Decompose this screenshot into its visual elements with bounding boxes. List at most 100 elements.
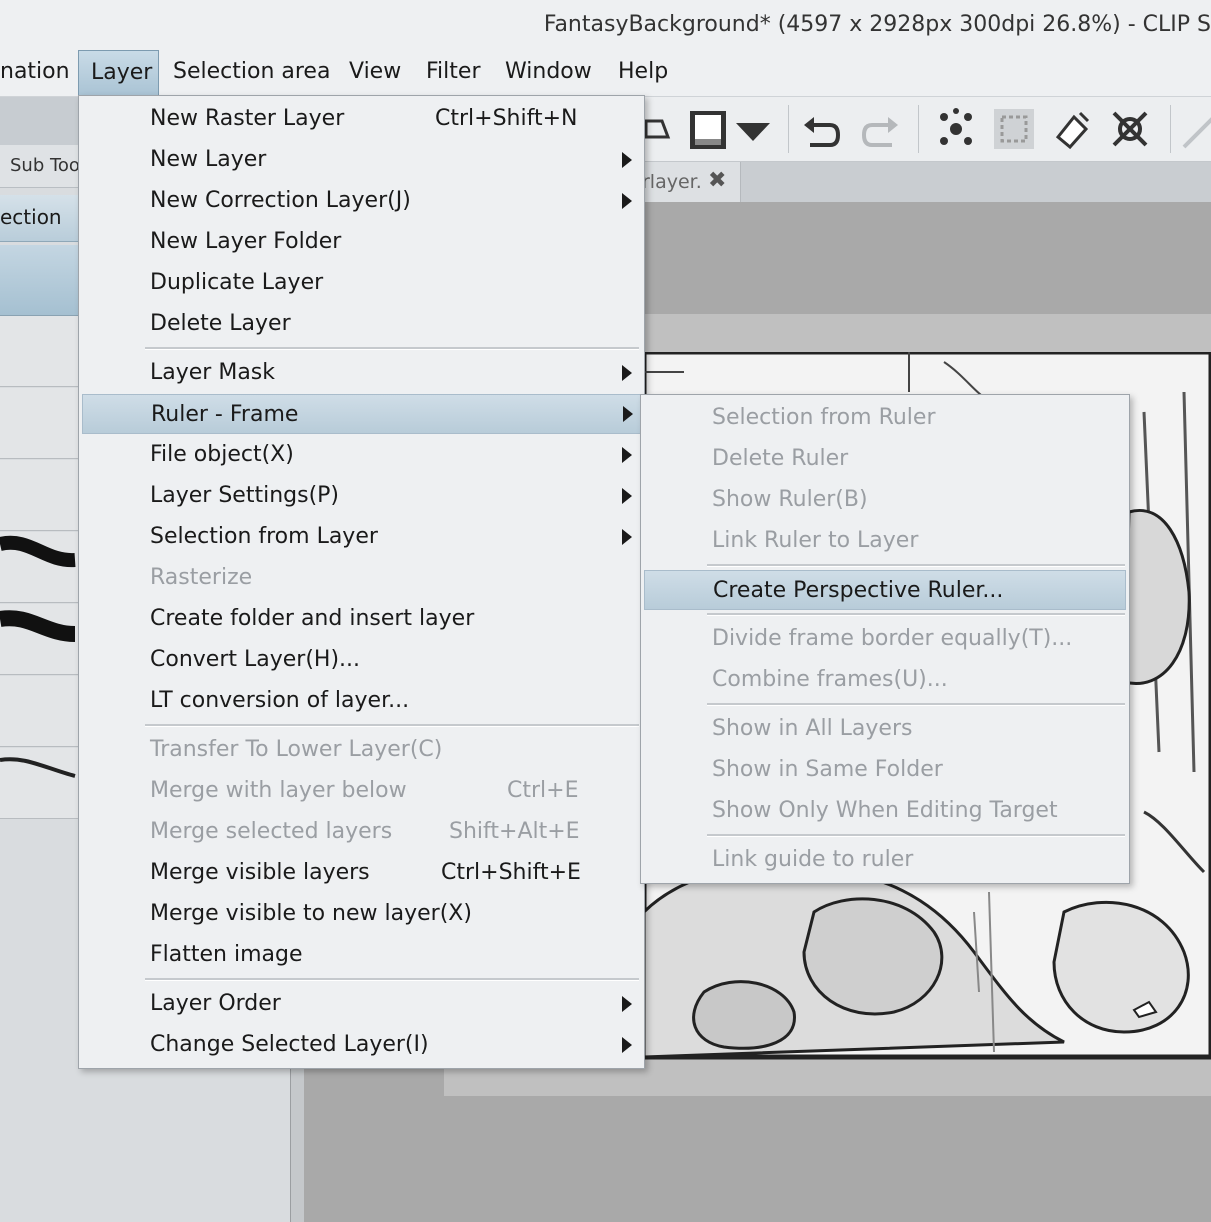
submenu-item-create-perspective-ruler[interactable]: Create Perspective Ruler... <box>644 570 1126 610</box>
menu-item-label: Layer Mask <box>150 360 275 385</box>
clear-selection-icon[interactable] <box>934 107 978 151</box>
menu-item-label: Transfer To Lower Layer(C) <box>150 737 443 762</box>
menu-item-flatten-image[interactable]: Flatten image <box>79 935 644 975</box>
menu-separator <box>707 834 1125 837</box>
close-icon[interactable]: ✖ <box>708 168 726 193</box>
submenu-item-show-ruler: Show Ruler(B) <box>641 480 1129 520</box>
menu-item-label: Show Only When Editing Target <box>712 798 1058 823</box>
menu-item-shortcut: Ctrl+E <box>507 778 579 803</box>
menu-item-label: New Layer Folder <box>150 229 342 254</box>
menu-item-file-object[interactable]: File object(X) <box>79 435 644 475</box>
submenu-item-show-only-when-editing: Show Only When Editing Target <box>641 791 1129 831</box>
menu-item-label: Merge with layer below <box>150 778 407 803</box>
sub-tool-tab-label: Sub Too <box>10 155 80 176</box>
export-icon[interactable] <box>642 107 686 151</box>
menu-item-label: Layer Order <box>150 991 281 1016</box>
menu-item-layer-settings[interactable]: Layer Settings(P) <box>79 476 644 516</box>
layer-menu: New Raster Layer Ctrl+Shift+N New Layer … <box>78 95 645 1069</box>
menu-item-label: Create Perspective Ruler... <box>713 578 1004 603</box>
menu-item-layer-order[interactable]: Layer Order <box>79 984 644 1024</box>
menu-item-label: Show Ruler(B) <box>712 487 868 512</box>
menu-filter[interactable]: Filter <box>414 48 492 96</box>
submenu-arrow-icon <box>622 365 632 381</box>
menu-bar: nation Layer Selection area View Filter … <box>0 48 1211 97</box>
undo-icon[interactable] <box>800 107 844 151</box>
submenu-item-link-guide-to-ruler: Link guide to ruler <box>641 840 1129 880</box>
menu-item-label: Merge visible to new layer(X) <box>150 901 472 926</box>
menu-item-label: Merge visible layers <box>150 860 370 885</box>
redo-icon[interactable] <box>858 107 902 151</box>
menu-item-label: Duplicate Layer <box>150 270 324 295</box>
menu-item-new-raster-layer[interactable]: New Raster Layer Ctrl+Shift+N <box>79 99 644 139</box>
menu-item-new-layer-folder[interactable]: New Layer Folder <box>79 222 644 262</box>
menu-window[interactable]: Window <box>493 48 604 96</box>
document-tab[interactable]: rlayer. ✖ <box>640 162 741 202</box>
fill-icon[interactable] <box>1050 107 1094 151</box>
menu-item-rasterize: Rasterize <box>79 558 644 598</box>
menu-item-label: Layer Settings(P) <box>150 483 339 508</box>
menu-separator <box>145 978 639 981</box>
menu-item-new-correction-layer[interactable]: New Correction Layer(J) <box>79 181 644 221</box>
toolbar-separator <box>788 105 789 153</box>
menu-item-merge-visible-layers[interactable]: Merge visible layers Ctrl+Shift+E <box>79 853 644 893</box>
menu-item-label: Combine frames(U)... <box>712 667 948 692</box>
menu-item-convert-layer[interactable]: Convert Layer(H)... <box>79 640 644 680</box>
submenu-arrow-icon <box>622 529 632 545</box>
menu-item-duplicate-layer[interactable]: Duplicate Layer <box>79 263 644 303</box>
invert-selection-icon[interactable] <box>992 107 1036 151</box>
submenu-item-divide-frame-border: Divide frame border equally(T)... <box>641 619 1129 659</box>
menu-item-merge-with-layer-below: Merge with layer below Ctrl+E <box>79 771 644 811</box>
menu-item-lt-conversion[interactable]: LT conversion of layer... <box>79 681 644 721</box>
menu-separator <box>707 564 1125 567</box>
menu-item-create-folder-insert-layer[interactable]: Create folder and insert layer <box>79 599 644 639</box>
menu-item-change-selected-layer[interactable]: Change Selected Layer(I) <box>79 1025 644 1065</box>
menu-animation[interactable]: nation <box>0 48 82 96</box>
menu-item-shortcut: Ctrl+Shift+N <box>435 106 578 131</box>
menu-item-label: Rasterize <box>150 565 253 590</box>
menu-item-layer-mask[interactable]: Layer Mask <box>79 353 644 393</box>
menu-separator <box>707 703 1125 706</box>
menu-item-label: Delete Layer <box>150 311 291 336</box>
menu-item-label: Divide frame border equally(T)... <box>712 626 1073 651</box>
menu-item-label: Merge selected layers <box>150 819 393 844</box>
command-bar <box>640 97 1211 162</box>
menu-separator <box>707 613 1125 616</box>
ruler-tool-icon[interactable] <box>1180 107 1211 151</box>
save-icon[interactable] <box>686 107 730 151</box>
menu-item-label: Change Selected Layer(I) <box>150 1032 429 1057</box>
ruler-frame-submenu: Selection from Ruler Delete Ruler Show R… <box>640 394 1130 884</box>
menu-item-label: Flatten image <box>150 942 303 967</box>
submenu-item-show-in-same-folder: Show in Same Folder <box>641 750 1129 790</box>
menu-item-label: File object(X) <box>150 442 294 467</box>
menu-help[interactable]: Help <box>606 48 680 96</box>
save-dropdown-icon[interactable] <box>732 107 776 151</box>
window-title: FantasyBackground* (4597 x 2928px 300dpi… <box>543 12 1211 37</box>
document-tab-label: rlayer. <box>642 171 702 193</box>
menu-item-label: Delete Ruler <box>712 446 849 471</box>
submenu-item-link-ruler-to-layer: Link Ruler to Layer <box>641 521 1129 561</box>
menu-item-label: New Correction Layer(J) <box>150 188 411 213</box>
menu-selection-area[interactable]: Selection area <box>161 48 342 96</box>
submenu-item-show-in-all-layers: Show in All Layers <box>641 709 1129 749</box>
submenu-arrow-icon <box>623 406 633 422</box>
menu-separator <box>145 724 639 727</box>
menu-item-label: Create folder and insert layer <box>150 606 475 631</box>
submenu-arrow-icon <box>622 996 632 1012</box>
menu-item-shortcut: Ctrl+Shift+E <box>441 860 581 885</box>
menu-item-shortcut: Shift+Alt+E <box>449 819 580 844</box>
menu-separator <box>145 347 639 350</box>
menu-item-selection-from-layer[interactable]: Selection from Layer <box>79 517 644 557</box>
menu-layer[interactable]: Layer <box>78 50 159 96</box>
toolbar-separator <box>1170 105 1171 153</box>
submenu-item-delete-ruler: Delete Ruler <box>641 439 1129 479</box>
submenu-arrow-icon <box>622 488 632 504</box>
menu-item-ruler-frame[interactable]: Ruler - Frame <box>82 394 642 434</box>
submenu-arrow-icon <box>622 193 632 209</box>
transform-icon[interactable] <box>1108 107 1152 151</box>
menu-view[interactable]: View <box>337 48 413 96</box>
menu-item-merge-visible-to-new-layer[interactable]: Merge visible to new layer(X) <box>79 894 644 934</box>
menu-item-label: Ruler - Frame <box>151 402 299 427</box>
menu-item-new-layer[interactable]: New Layer <box>79 140 644 180</box>
menu-item-label: New Raster Layer <box>150 106 345 131</box>
menu-item-delete-layer[interactable]: Delete Layer <box>79 304 644 344</box>
